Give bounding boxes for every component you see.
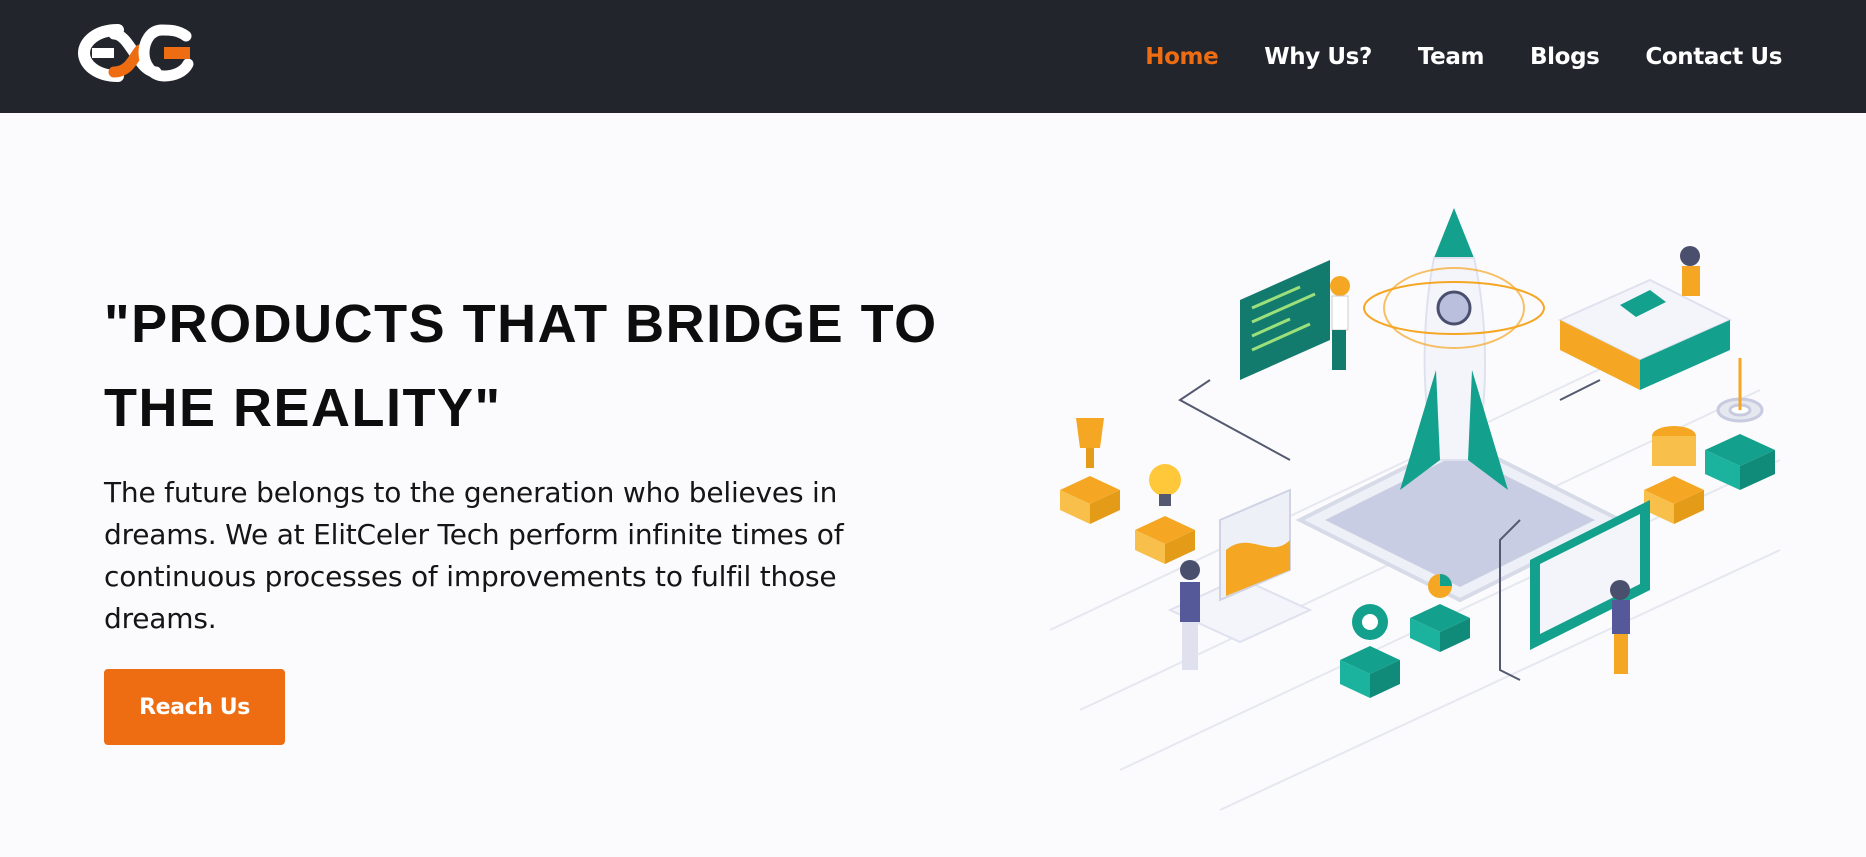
person-icon bbox=[1330, 276, 1350, 370]
hero-title-line1: "PRODUCTS THAT BRIDGE TO bbox=[104, 294, 938, 354]
rocket-icon bbox=[1363, 208, 1545, 490]
lightbulb-icon bbox=[1135, 464, 1195, 564]
laptop-icon bbox=[1557, 246, 1733, 390]
brand-logo[interactable] bbox=[77, 22, 198, 84]
hero-description: The future belongs to the generation who… bbox=[104, 476, 844, 635]
code-monitor-icon bbox=[1240, 260, 1330, 380]
person-at-desk-icon bbox=[1167, 488, 1313, 670]
main-nav: Home Why Us? Team Blogs Contact Us bbox=[1099, 0, 1782, 113]
hero-title: "PRODUCTS THAT BRIDGE TO THE REALITY" bbox=[104, 282, 984, 450]
nav-item-team[interactable]: Team bbox=[1418, 44, 1485, 70]
navbar: Home Why Us? Team Blogs Contact Us bbox=[0, 0, 1866, 113]
hero-illustration bbox=[1040, 190, 1800, 830]
nav-item-blogs[interactable]: Blogs bbox=[1530, 44, 1600, 70]
coin-icon bbox=[1644, 426, 1704, 524]
nav-item-home[interactable]: Home bbox=[1145, 44, 1218, 70]
trophy-icon bbox=[1060, 418, 1120, 524]
gear-icon bbox=[1340, 604, 1400, 698]
reach-us-button[interactable]: Reach Us bbox=[104, 669, 285, 745]
nav-item-why-us[interactable]: Why Us? bbox=[1264, 44, 1372, 70]
nav-item-contact-us[interactable]: Contact Us bbox=[1645, 44, 1782, 70]
target-icon bbox=[1705, 358, 1775, 490]
hero-title-line2: THE REALITY" bbox=[104, 378, 502, 438]
